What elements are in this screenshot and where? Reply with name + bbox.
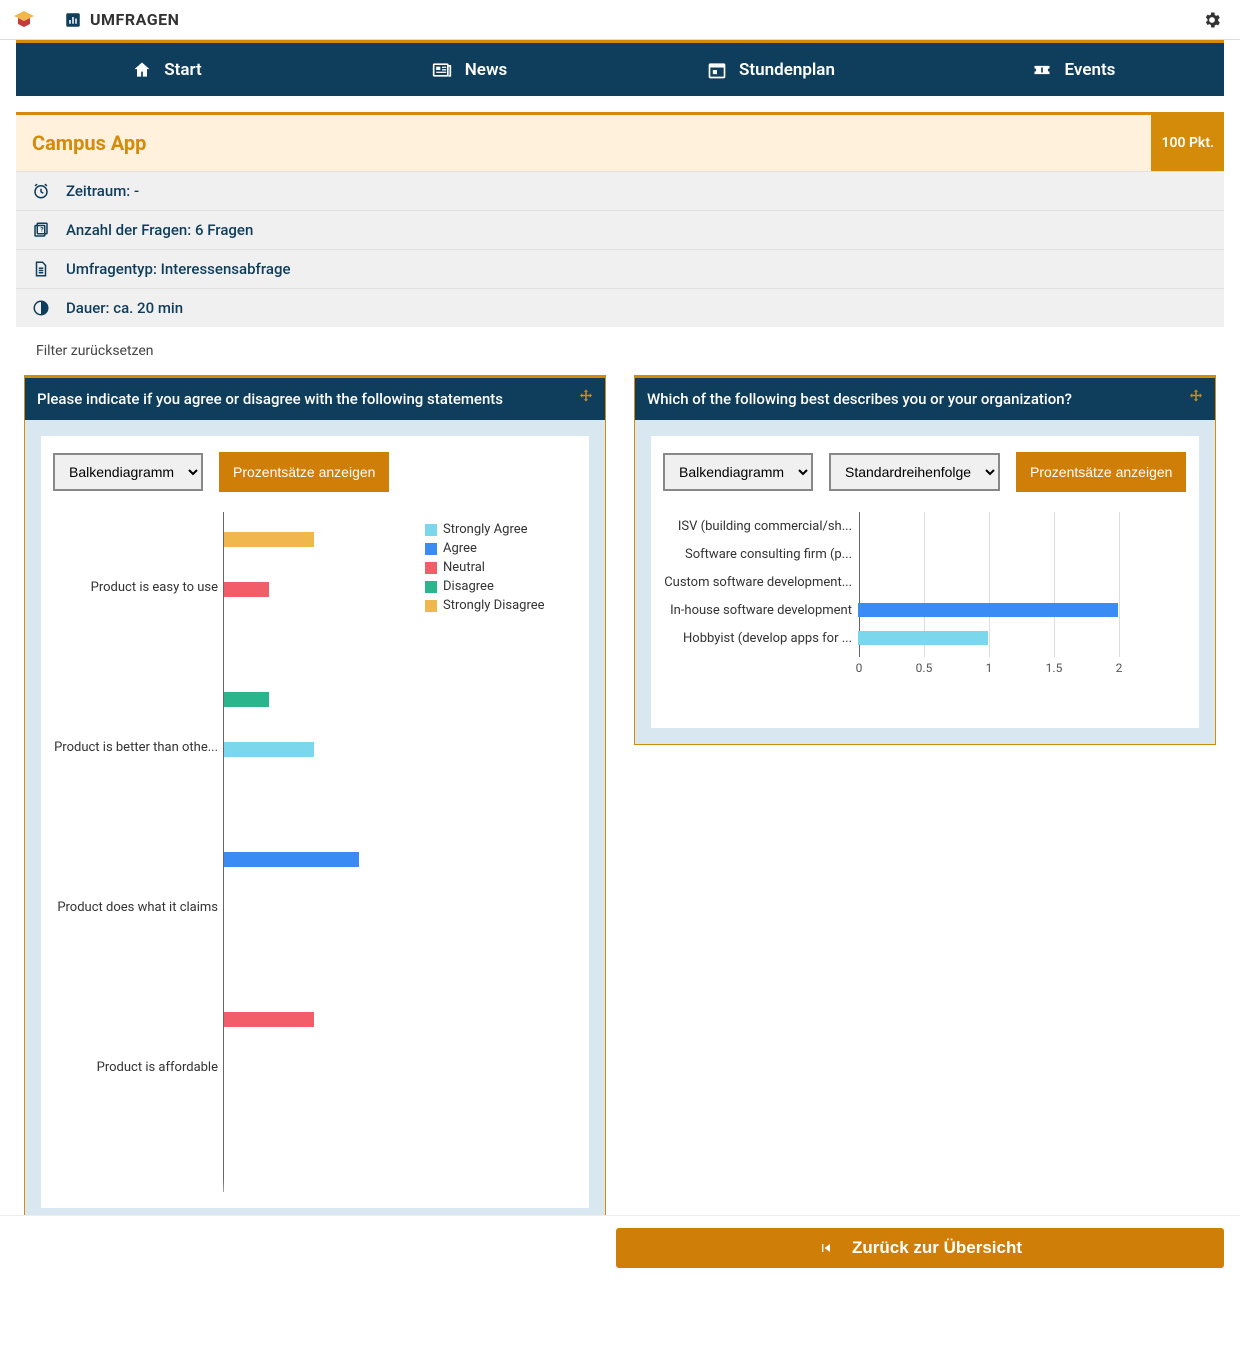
chart-category-label: ISV (building commercial/sh... bbox=[663, 519, 858, 534]
top-bar: UMFRAGEN bbox=[0, 0, 1240, 40]
chart-legend: Strongly Agree Agree Neutral Disagree Strong… bbox=[417, 512, 577, 1192]
points-label: 100 Pkt. bbox=[1161, 135, 1214, 151]
axis-tick: 0.5 bbox=[916, 661, 933, 675]
chart-bar bbox=[858, 603, 1118, 617]
chart-organization: ISV (building commercial/sh... Software c… bbox=[663, 512, 1187, 712]
legend-item: Neutral bbox=[425, 560, 577, 575]
meta-label: Umfragentyp: Interessensabfrage bbox=[66, 260, 290, 278]
legend-swatch bbox=[425, 524, 437, 536]
svg-text:?: ? bbox=[40, 226, 44, 234]
meta-typ: Umfragentyp: Interessensabfrage bbox=[16, 249, 1224, 288]
nav-label: Start bbox=[164, 60, 201, 80]
chart-bar bbox=[224, 582, 269, 597]
legend-swatch bbox=[425, 600, 437, 612]
legend-swatch bbox=[425, 581, 437, 593]
axis-tick: 2 bbox=[1116, 661, 1123, 675]
page-section-title: UMFRAGEN bbox=[64, 10, 179, 29]
legend-label: Agree bbox=[443, 541, 477, 556]
chart-category-label: In-house software development bbox=[663, 603, 858, 618]
reset-filter-label: Filter zurücksetzen bbox=[36, 343, 154, 359]
chart-bar bbox=[224, 692, 269, 707]
poll-icon bbox=[64, 11, 82, 29]
nav-item-events[interactable]: Events bbox=[922, 43, 1224, 96]
chart-bar bbox=[224, 852, 359, 867]
app-logo bbox=[8, 4, 40, 36]
chart-bar bbox=[224, 532, 314, 547]
chart-category-label: Product is easy to use bbox=[53, 580, 218, 595]
main-nav: Start News Stundenplan Events bbox=[16, 40, 1224, 96]
skip-previous-icon bbox=[818, 1240, 834, 1256]
calendar-icon bbox=[707, 60, 727, 80]
legend-item: Disagree bbox=[425, 579, 577, 594]
survey-card: Campus App 100 Pkt. Zeitraum: - ? Anzahl… bbox=[16, 112, 1224, 327]
show-percentages-button[interactable]: Prozentsätze anzeigen bbox=[219, 452, 389, 492]
legend-item: Agree bbox=[425, 541, 577, 556]
alarm-icon bbox=[32, 182, 50, 200]
meta-zeitraum: Zeitraum: - bbox=[16, 171, 1224, 210]
panel-title: Please indicate if you agree or disagree… bbox=[37, 390, 503, 408]
chart-bar bbox=[224, 742, 314, 757]
panel-title: Which of the following best describes yo… bbox=[647, 390, 1072, 408]
meta-label: Zeitraum: - bbox=[66, 182, 139, 200]
back-label: Zurück zur Übersicht bbox=[852, 1238, 1022, 1258]
meta-fragen: ? Anzahl der Fragen: 6 Fragen bbox=[16, 210, 1224, 249]
show-percentages-button[interactable]: Prozentsätze anzeigen bbox=[1016, 452, 1186, 492]
bottom-bar: Zurück zur Übersicht bbox=[0, 1215, 1240, 1279]
document-icon bbox=[32, 260, 50, 278]
move-icon bbox=[1187, 388, 1205, 406]
chart-category-label: Product is affordable bbox=[53, 1060, 218, 1075]
home-icon bbox=[132, 60, 152, 80]
survey-header: Campus App 100 Pkt. bbox=[16, 115, 1224, 171]
duration-icon bbox=[32, 299, 50, 317]
meta-label: Anzahl der Fragen: 6 Fragen bbox=[66, 221, 253, 239]
chart-type-select[interactable]: Balkendiagramm bbox=[53, 453, 203, 491]
survey-title: Campus App bbox=[32, 131, 146, 155]
questions-icon: ? bbox=[32, 221, 50, 239]
meta-label: Dauer: ca. 20 min bbox=[66, 299, 183, 317]
chart-statements: Product is easy to use Product is better … bbox=[53, 512, 577, 1192]
ticket-icon bbox=[1031, 60, 1053, 80]
legend-item: Strongly Agree bbox=[425, 522, 577, 537]
move-handle[interactable] bbox=[1187, 388, 1205, 410]
legend-swatch bbox=[425, 562, 437, 574]
settings-button[interactable] bbox=[1192, 0, 1232, 40]
page-section-label: UMFRAGEN bbox=[90, 10, 179, 29]
panel-statements: Please indicate if you agree or disagree… bbox=[24, 375, 606, 1225]
gear-icon bbox=[1202, 10, 1222, 30]
move-handle[interactable] bbox=[577, 388, 595, 410]
chart-category-label: Product does what it claims bbox=[53, 900, 218, 915]
legend-label: Strongly Agree bbox=[443, 522, 528, 537]
nav-label: Stundenplan bbox=[739, 60, 835, 80]
move-icon bbox=[577, 388, 595, 406]
legend-item: Strongly Disagree bbox=[425, 598, 577, 613]
legend-swatch bbox=[425, 543, 437, 555]
nav-item-news[interactable]: News bbox=[318, 43, 620, 96]
chart-category-label: Custom software development... bbox=[663, 575, 858, 590]
legend-label: Disagree bbox=[443, 579, 494, 594]
meta-dauer: Dauer: ca. 20 min bbox=[16, 288, 1224, 327]
chart-bar bbox=[858, 631, 988, 645]
panel-organization: Which of the following best describes yo… bbox=[634, 375, 1216, 745]
nav-label: Events bbox=[1065, 60, 1116, 80]
chart-category-label: Software consulting firm (p... bbox=[663, 547, 858, 562]
nav-label: News bbox=[465, 60, 507, 80]
legend-label: Strongly Disagree bbox=[443, 598, 545, 613]
chart-bar bbox=[224, 1012, 314, 1027]
axis-tick: 1 bbox=[986, 661, 993, 675]
nav-item-start[interactable]: Start bbox=[16, 43, 318, 96]
axis-tick: 1.5 bbox=[1046, 661, 1063, 675]
chart-category-label: Product is better than othe... bbox=[53, 740, 218, 755]
chart-type-select[interactable]: Balkendiagramm bbox=[663, 453, 813, 491]
chart-category-label: Hobbyist (develop apps for ... bbox=[663, 631, 858, 646]
panel-header: Which of the following best describes yo… bbox=[635, 378, 1215, 420]
news-icon bbox=[431, 60, 453, 80]
back-to-overview-button[interactable]: Zurück zur Übersicht bbox=[616, 1228, 1224, 1268]
sort-order-select[interactable]: Standardreihenfolge bbox=[829, 453, 1000, 491]
reset-filter-link[interactable]: Filter zurücksetzen bbox=[16, 327, 1224, 359]
legend-label: Neutral bbox=[443, 560, 485, 575]
points-badge: 100 Pkt. bbox=[1151, 115, 1224, 171]
axis-tick: 0 bbox=[856, 661, 863, 675]
nav-item-stundenplan[interactable]: Stundenplan bbox=[620, 43, 922, 96]
panel-header: Please indicate if you agree or disagree… bbox=[25, 378, 605, 420]
